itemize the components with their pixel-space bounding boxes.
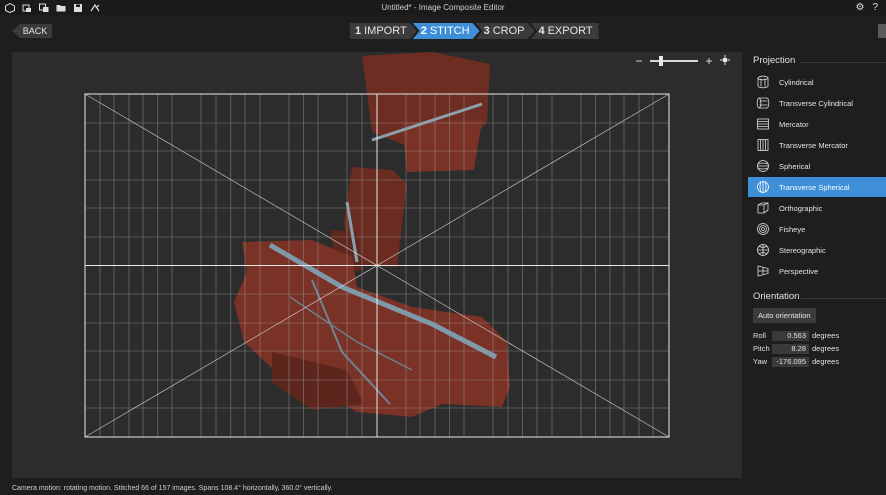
zoom-slider-thumb[interactable] bbox=[658, 55, 663, 66]
pitch-input[interactable]: 8.28 bbox=[772, 343, 809, 354]
transverse-mercator-icon bbox=[755, 137, 771, 153]
projection-transverse-cylindrical[interactable]: Transverse Cylindrical bbox=[748, 93, 886, 113]
yaw-input[interactable]: -176.095 bbox=[772, 356, 809, 367]
stitched-images bbox=[234, 52, 510, 417]
pitch-row: Pitch 8.28 degrees bbox=[753, 342, 886, 355]
pitch-unit: degrees bbox=[812, 344, 840, 353]
yaw-label: Yaw bbox=[753, 357, 768, 366]
window-title: Untitled* - Image Composite Editor bbox=[381, 3, 505, 12]
stitch-canvas[interactable] bbox=[12, 52, 742, 478]
projection-stereographic[interactable]: Stereographic bbox=[748, 240, 886, 260]
projection-mercator[interactable]: Mercator bbox=[748, 114, 886, 134]
transverse-spherical-icon bbox=[755, 179, 771, 195]
projection-perspective[interactable]: Perspective bbox=[748, 261, 886, 281]
zoom-slider[interactable] bbox=[650, 55, 698, 66]
title-bar: Untitled* - Image Composite Editor ⚙ ? bbox=[0, 0, 886, 15]
roll-input[interactable]: 0.563 bbox=[772, 330, 809, 341]
step-stitch[interactable]: 2 STITCH bbox=[413, 23, 480, 39]
settings-gear-icon[interactable]: ⚙ bbox=[855, 2, 864, 13]
settings-panel: Projection Cylindrical Transverse Cylind… bbox=[748, 52, 886, 482]
workflow-bar: BACK 1 IMPORT 2 STITCH 3 CROP 4 EXPORT bbox=[0, 18, 886, 45]
step-crop[interactable]: 3 CROP bbox=[476, 23, 535, 39]
roll-label: Roll bbox=[753, 331, 766, 340]
cylindrical-icon bbox=[755, 74, 771, 90]
projection-frame bbox=[84, 93, 670, 438]
projection-spherical[interactable]: Spherical bbox=[748, 156, 886, 176]
fit-to-window-icon[interactable] bbox=[720, 55, 730, 66]
back-button[interactable]: BACK bbox=[12, 24, 52, 38]
fisheye-icon bbox=[755, 221, 771, 237]
yaw-unit: degrees bbox=[812, 357, 840, 366]
perspective-icon bbox=[755, 263, 771, 279]
panorama-preview[interactable] bbox=[12, 52, 742, 478]
projection-title: Projection bbox=[753, 55, 886, 66]
projection-cylindrical[interactable]: Cylindrical bbox=[748, 72, 886, 92]
roll-unit: degrees bbox=[812, 331, 840, 340]
panel-toggle-button[interactable] bbox=[878, 24, 886, 38]
stereographic-icon bbox=[755, 242, 771, 258]
orientation-section: Orientation Auto orientation Roll 0.563 … bbox=[748, 291, 886, 368]
workflow-steps: 1 IMPORT 2 STITCH 3 CROP 4 EXPORT bbox=[350, 23, 599, 39]
help-icon[interactable]: ? bbox=[872, 2, 878, 13]
zoom-out-button[interactable]: − bbox=[634, 55, 644, 67]
orientation-title: Orientation bbox=[753, 291, 886, 302]
projection-transverse-mercator[interactable]: Transverse Mercator bbox=[748, 135, 886, 155]
zoom-control: − + bbox=[634, 55, 730, 67]
projection-orthographic[interactable]: Orthographic bbox=[748, 198, 886, 218]
roll-row: Roll 0.563 degrees bbox=[753, 329, 886, 342]
projection-fisheye[interactable]: Fisheye bbox=[748, 219, 886, 239]
zoom-in-button[interactable]: + bbox=[704, 55, 714, 67]
auto-orientation-button[interactable]: Auto orientation bbox=[753, 308, 816, 323]
pitch-label: Pitch bbox=[753, 344, 770, 353]
yaw-row: Yaw -176.095 degrees bbox=[753, 355, 886, 368]
status-bar: Camera motion: rotating motion. Stitched… bbox=[12, 485, 333, 492]
spherical-icon bbox=[755, 158, 771, 174]
transverse-cylindrical-icon bbox=[755, 95, 771, 111]
mercator-icon bbox=[755, 116, 771, 132]
step-export[interactable]: 4 EXPORT bbox=[530, 23, 599, 39]
projection-transverse-spherical[interactable]: Transverse Spherical bbox=[748, 177, 886, 197]
projection-list: Cylindrical Transverse Cylindrical Merca… bbox=[748, 72, 886, 281]
step-import[interactable]: 1 IMPORT bbox=[350, 23, 417, 39]
orthographic-icon bbox=[755, 200, 771, 216]
